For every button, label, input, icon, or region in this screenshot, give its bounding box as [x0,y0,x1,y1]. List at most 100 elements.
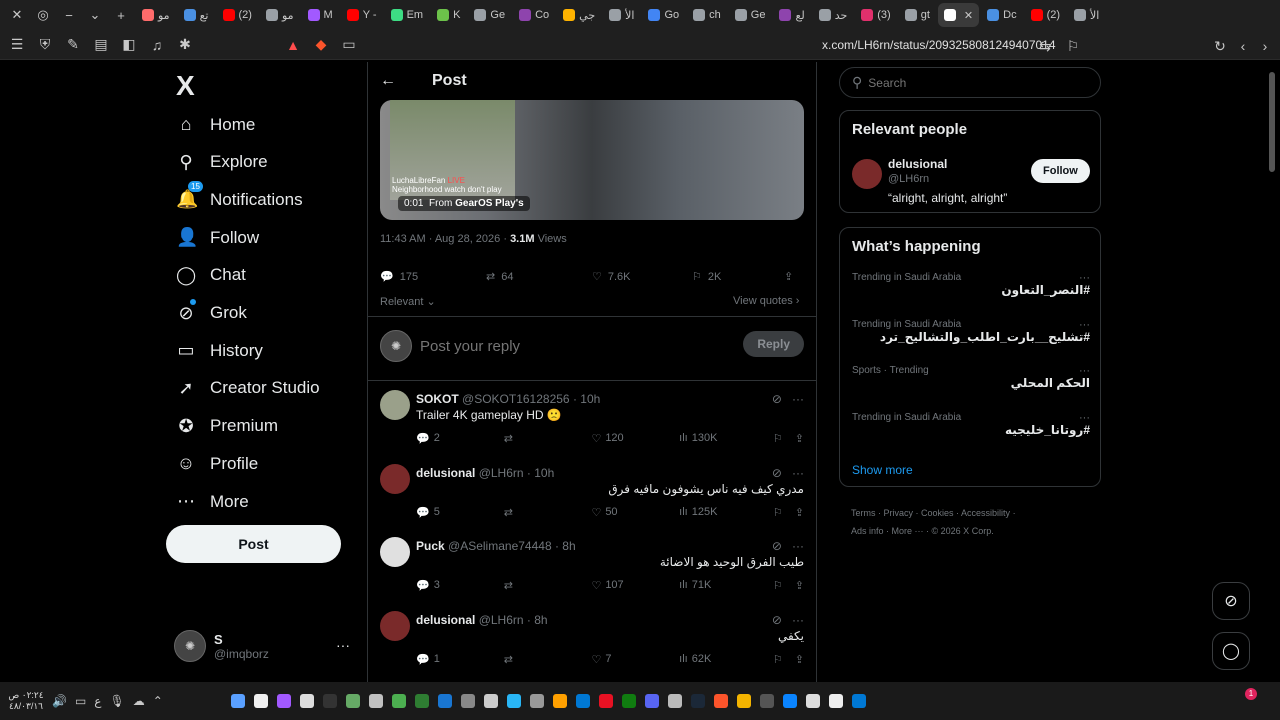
views-action[interactable]: ılı 125K [679,506,773,519]
extensions-icon[interactable]: ✱ [176,36,194,53]
more-icon[interactable]: ··· [792,392,804,406]
search-icon[interactable] [828,694,843,708]
reply-author[interactable]: SOKOT [416,392,459,406]
grok-icon[interactable]: ⊘ [772,613,782,627]
reply-author[interactable]: Puck [416,539,445,553]
app-icon[interactable] [322,694,337,708]
avatar[interactable] [380,610,410,641]
more-icon[interactable]: ··· [792,539,804,553]
views-action[interactable]: ılı 71K [679,579,773,592]
share-icon[interactable]: ⇪ [795,506,804,519]
browser-tab[interactable]: Ge [468,3,511,27]
trend-item[interactable]: Trending in Saudi Arabia #روتانا_خليجيه ··… [852,412,1090,437]
browser-tab[interactable]: Co [513,3,555,27]
language-indicator[interactable]: ع [94,694,101,708]
app-icon[interactable] [759,694,774,708]
nav-item-home[interactable]: ⌂ Home [176,114,256,135]
tab-search-icon[interactable]: ◎ [32,7,54,23]
nav-item-history[interactable]: ▭ History [176,340,262,361]
search-box[interactable]: ⚲ [839,67,1101,98]
nav-item-explore[interactable]: ⚲ Explore [176,152,267,173]
bookmark-icon[interactable]: ⚐ [773,653,795,666]
show-more-link[interactable]: Show more [852,463,913,477]
view-quotes-link[interactable]: View quotes › [733,295,799,307]
app-icon[interactable] [782,694,797,708]
reply-author[interactable]: delusional [416,613,475,627]
reply-action[interactable]: 💬 1 [416,653,504,666]
bookmark-icon[interactable]: ⚐ [773,579,795,592]
browser-tab[interactable]: K [431,3,466,27]
nav-item-more[interactable]: ⋯ More [176,491,249,512]
share-icon[interactable]: ⇪ [795,653,804,666]
browser-tab[interactable]: Y - [341,3,383,27]
browser-tab[interactable]: (3) [855,3,896,27]
app-icon[interactable] [575,694,590,708]
network-icon[interactable]: ☁ [133,694,145,708]
trend-item[interactable]: Sports · Trending الحكم المحلي ··· [852,365,1090,390]
new-tab-icon[interactable]: + [110,8,132,23]
scrollbar-thumb[interactable] [1269,72,1275,172]
notification-badge[interactable]: 1 [1245,688,1257,700]
reply-input[interactable] [420,337,720,355]
page-scrollbar[interactable] [1268,62,1276,682]
system-clock[interactable]: ٠٢:٢٤ ص ٤٨/٠٣/١٦ [8,690,44,712]
app-icon[interactable] [690,694,705,708]
app-icon[interactable] [253,694,268,708]
views-action[interactable]: ılı 130K [679,432,773,445]
address-bar[interactable]: x.com/LH6rn/status/2093258081249407014 [822,38,1056,52]
back-icon[interactable]: ‹ [1234,38,1252,54]
back-arrow-icon[interactable]: ← [380,72,396,90]
like-action[interactable]: ♡ 107 [591,579,679,592]
minimize-icon[interactable]: − [58,8,80,23]
app-icon[interactable] [437,694,452,708]
more-icon[interactable]: ··· [792,466,804,480]
app-icon[interactable] [483,694,498,708]
more-icon[interactable]: ··· [1079,412,1090,424]
privacy-link[interactable]: Privacy [884,508,914,518]
more-icon[interactable]: ··· [1079,319,1090,331]
app-icon[interactable] [598,694,613,708]
menu-icon[interactable]: ☰ [8,36,26,53]
video-player[interactable]: LuchaLibreFan LIVE Neighborhood watch do… [380,100,804,220]
cast-icon[interactable]: ▭ [340,36,358,53]
cookies-link[interactable]: Cookies [921,508,954,518]
reply-item[interactable]: delusional @LH6rn · 10h ⊘ ··· مدري كيف فيه… [380,463,804,530]
display-icon[interactable]: ▭ [75,694,86,708]
bookmark-action[interactable]: ⚐ 2K [692,270,784,284]
share-icon[interactable]: ⇪ [795,579,804,592]
x-logo-icon[interactable]: X [176,70,195,102]
browser-tab[interactable]: M [302,3,339,27]
forward-icon[interactable]: › [1256,38,1274,54]
app-icon[interactable] [460,694,475,708]
browser-tab[interactable]: جي [557,3,601,27]
browser-tab[interactable]: Go [642,3,685,27]
nav-item-chat[interactable]: ◯ Chat [176,265,246,286]
reply-item[interactable]: delusional @LH6rn · 8h ⊘ ··· يكفي 💬 1 ⇄ ♡ 7 ılı 6… [380,610,804,677]
reply-action[interactable]: 💬 3 [416,579,504,592]
post-button[interactable]: Post [166,525,341,563]
app-icon[interactable] [506,694,521,708]
nav-item-notifications[interactable]: 🔔 15 Notifications [176,181,303,210]
brave-shield-icon[interactable]: ◆ [312,36,330,53]
more-icon[interactable]: ··· [336,637,350,653]
site-settings-icon[interactable]: ⇆ [1036,38,1054,55]
app-icon[interactable] [276,694,291,708]
browser-tab[interactable]: Ge [729,3,772,27]
like-action[interactable]: ♡ 50 [591,506,679,519]
music-icon[interactable]: ♫ [148,37,166,53]
repost-action[interactable]: ⇄ 64 [486,270,592,284]
shield-icon[interactable]: ⛨ [36,36,54,53]
like-action[interactable]: ♡ 7 [591,653,679,666]
grok-icon[interactable]: ⊘ [772,539,782,553]
chat-fab-icon[interactable]: ◯ [1212,632,1250,670]
more-link[interactable]: More ··· [892,526,924,536]
views-action[interactable]: ılı 62K [679,653,773,666]
start-icon[interactable] [851,694,866,708]
browser-tab[interactable]: ch [687,3,727,27]
reply-action[interactable]: 💬 2 [416,432,504,445]
app-icon[interactable] [644,694,659,708]
reply-sort[interactable]: Relevant ⌄ [380,295,436,308]
grok-fab-icon[interactable]: ⊘ [1212,582,1250,620]
close-tab-icon[interactable]: ✕ [964,9,973,22]
grok-icon[interactable]: ⊘ [772,392,782,406]
